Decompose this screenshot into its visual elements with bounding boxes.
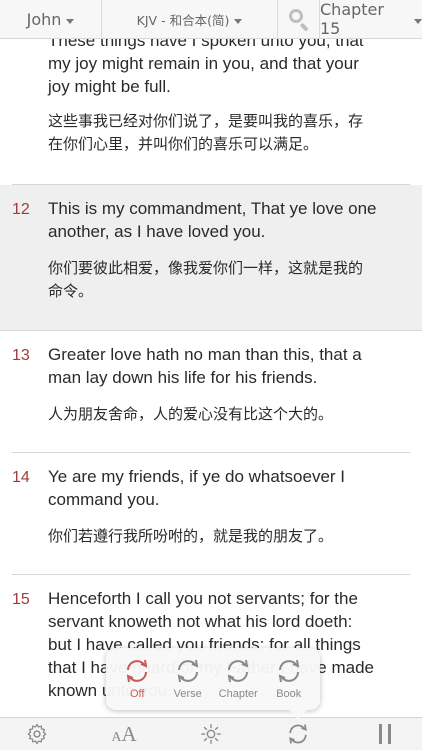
text-line: 在你们心里，并叫你们的喜乐可以满足。 [48,135,319,153]
text-line: Henceforth I call you not servants; for … [48,589,358,608]
sync-chapter-icon [227,659,249,683]
verse-number: 13 [12,347,30,364]
text-line: another, as I have loved you. [48,222,266,241]
verse-english-text: These things have I spoken unto you, tha… [48,39,398,98]
text-line: These things have I spoken unto you, tha… [48,39,364,50]
text-line: my joy might remain in you, and that you… [48,54,359,73]
sync-verse-option[interactable]: Verse [163,656,213,700]
verse-english-text: Greater love hath no man than this, that… [48,343,398,389]
text-line: 你们要彼此相爱，像我爱你们一样，这就是我的 [48,259,364,277]
chapter-label: Chapter 15 [320,0,384,38]
text-line: Ye are my friends, if ye do whatsoever I [48,467,346,486]
verse-chinese-text: 这些事我已经对你们说了，是要叫我的喜乐，存 在你们心里，并叫你们的喜乐可以满足。 [48,110,398,156]
text-line: 命令。 [48,282,94,300]
verse-14[interactable]: 14 Ye are my friends, if ye do whatsoeve… [0,453,422,573]
text-line: Greater love hath no man than this, that… [48,345,362,364]
verse-english-text: This is my commandment, That ye love one… [48,197,398,243]
text-line: command you. [48,490,160,509]
font-size-icon: AA [111,722,136,747]
text-line: man lay down his life for his friends. [48,368,318,387]
chevron-down-icon [414,18,422,24]
settings-button[interactable] [22,719,52,749]
gear-icon [27,723,47,745]
sync-icon [289,724,307,744]
pause-button[interactable] [370,719,400,749]
top-toolbar: John KJV - 和合本(简) Chapter 15 [0,0,422,39]
brightness-icon [201,724,221,744]
verse-12[interactable]: 12 This is my commandment, That ye love … [0,185,422,330]
font-size-button[interactable]: AA [109,719,139,749]
sync-book-icon [278,659,300,683]
text-line: 人为朋友舍命，人的爱心没有比这个大的。 [48,405,334,423]
chevron-down-icon [234,18,243,24]
verse-number: 12 [12,201,30,218]
version-label: KJV - 和合本(简) [136,12,230,28]
verse-chinese-text: 你们要彼此相爱，像我爱你们一样，这就是我的 命令。 [48,257,398,303]
sync-book-label: Book [276,688,302,700]
bottom-toolbar: AA [0,717,422,750]
pause-icon [379,724,391,744]
sync-verse-label: Verse [173,688,202,700]
chapter-selector[interactable]: Chapter 15 [320,0,422,38]
sync-mode-popup: Off Verse Chapter Book [106,648,320,719]
verse-number: 15 [12,591,30,608]
verse-chinese-text: 你们若遵行我所吩咐的，就是我的朋友了。 [48,525,398,548]
verse-13[interactable]: 13 Greater love hath no man than this, t… [0,331,422,451]
book-label: John [26,9,62,29]
search-icon [288,8,310,32]
verse-english-text: Ye are my friends, if ye do whatsoever I… [48,465,398,511]
verse-list[interactable]: 11 These things have I spoken unto you, … [0,39,422,717]
sync-off-icon [126,659,148,683]
text-line: 这些事我已经对你们说了，是要叫我的喜乐，存 [48,112,364,130]
text-line: servant knoweth not what his lord doeth: [48,612,353,631]
text-line: joy might be full. [48,77,171,96]
sync-chapter-label: Chapter [218,688,258,700]
sync-off-label: Off [130,688,145,700]
sync-book-option[interactable]: Book [264,656,314,700]
verse-number: 14 [12,469,30,486]
font-small-glyph: A [111,729,122,745]
font-large-glyph: A [121,721,137,746]
brightness-button[interactable] [196,719,226,749]
book-selector[interactable]: John [0,0,102,38]
chevron-down-icon [66,18,75,24]
sync-verse-icon [177,659,199,683]
version-selector[interactable]: KJV - 和合本(简) [102,0,278,38]
search-button[interactable] [278,0,320,38]
sync-chapter-option[interactable]: Chapter [213,656,263,700]
sync-off-option[interactable]: Off [112,656,162,700]
verse-number: 11 [12,39,29,44]
verse-11[interactable]: 11 These things have I spoken unto you, … [0,39,422,184]
sync-button[interactable] [283,719,313,749]
verse-chinese-text: 人为朋友舍命，人的爱心没有比这个大的。 [48,403,398,426]
text-line: This is my commandment, That ye love one [48,199,377,218]
text-line: 你们若遵行我所吩咐的，就是我的朋友了。 [48,527,334,545]
